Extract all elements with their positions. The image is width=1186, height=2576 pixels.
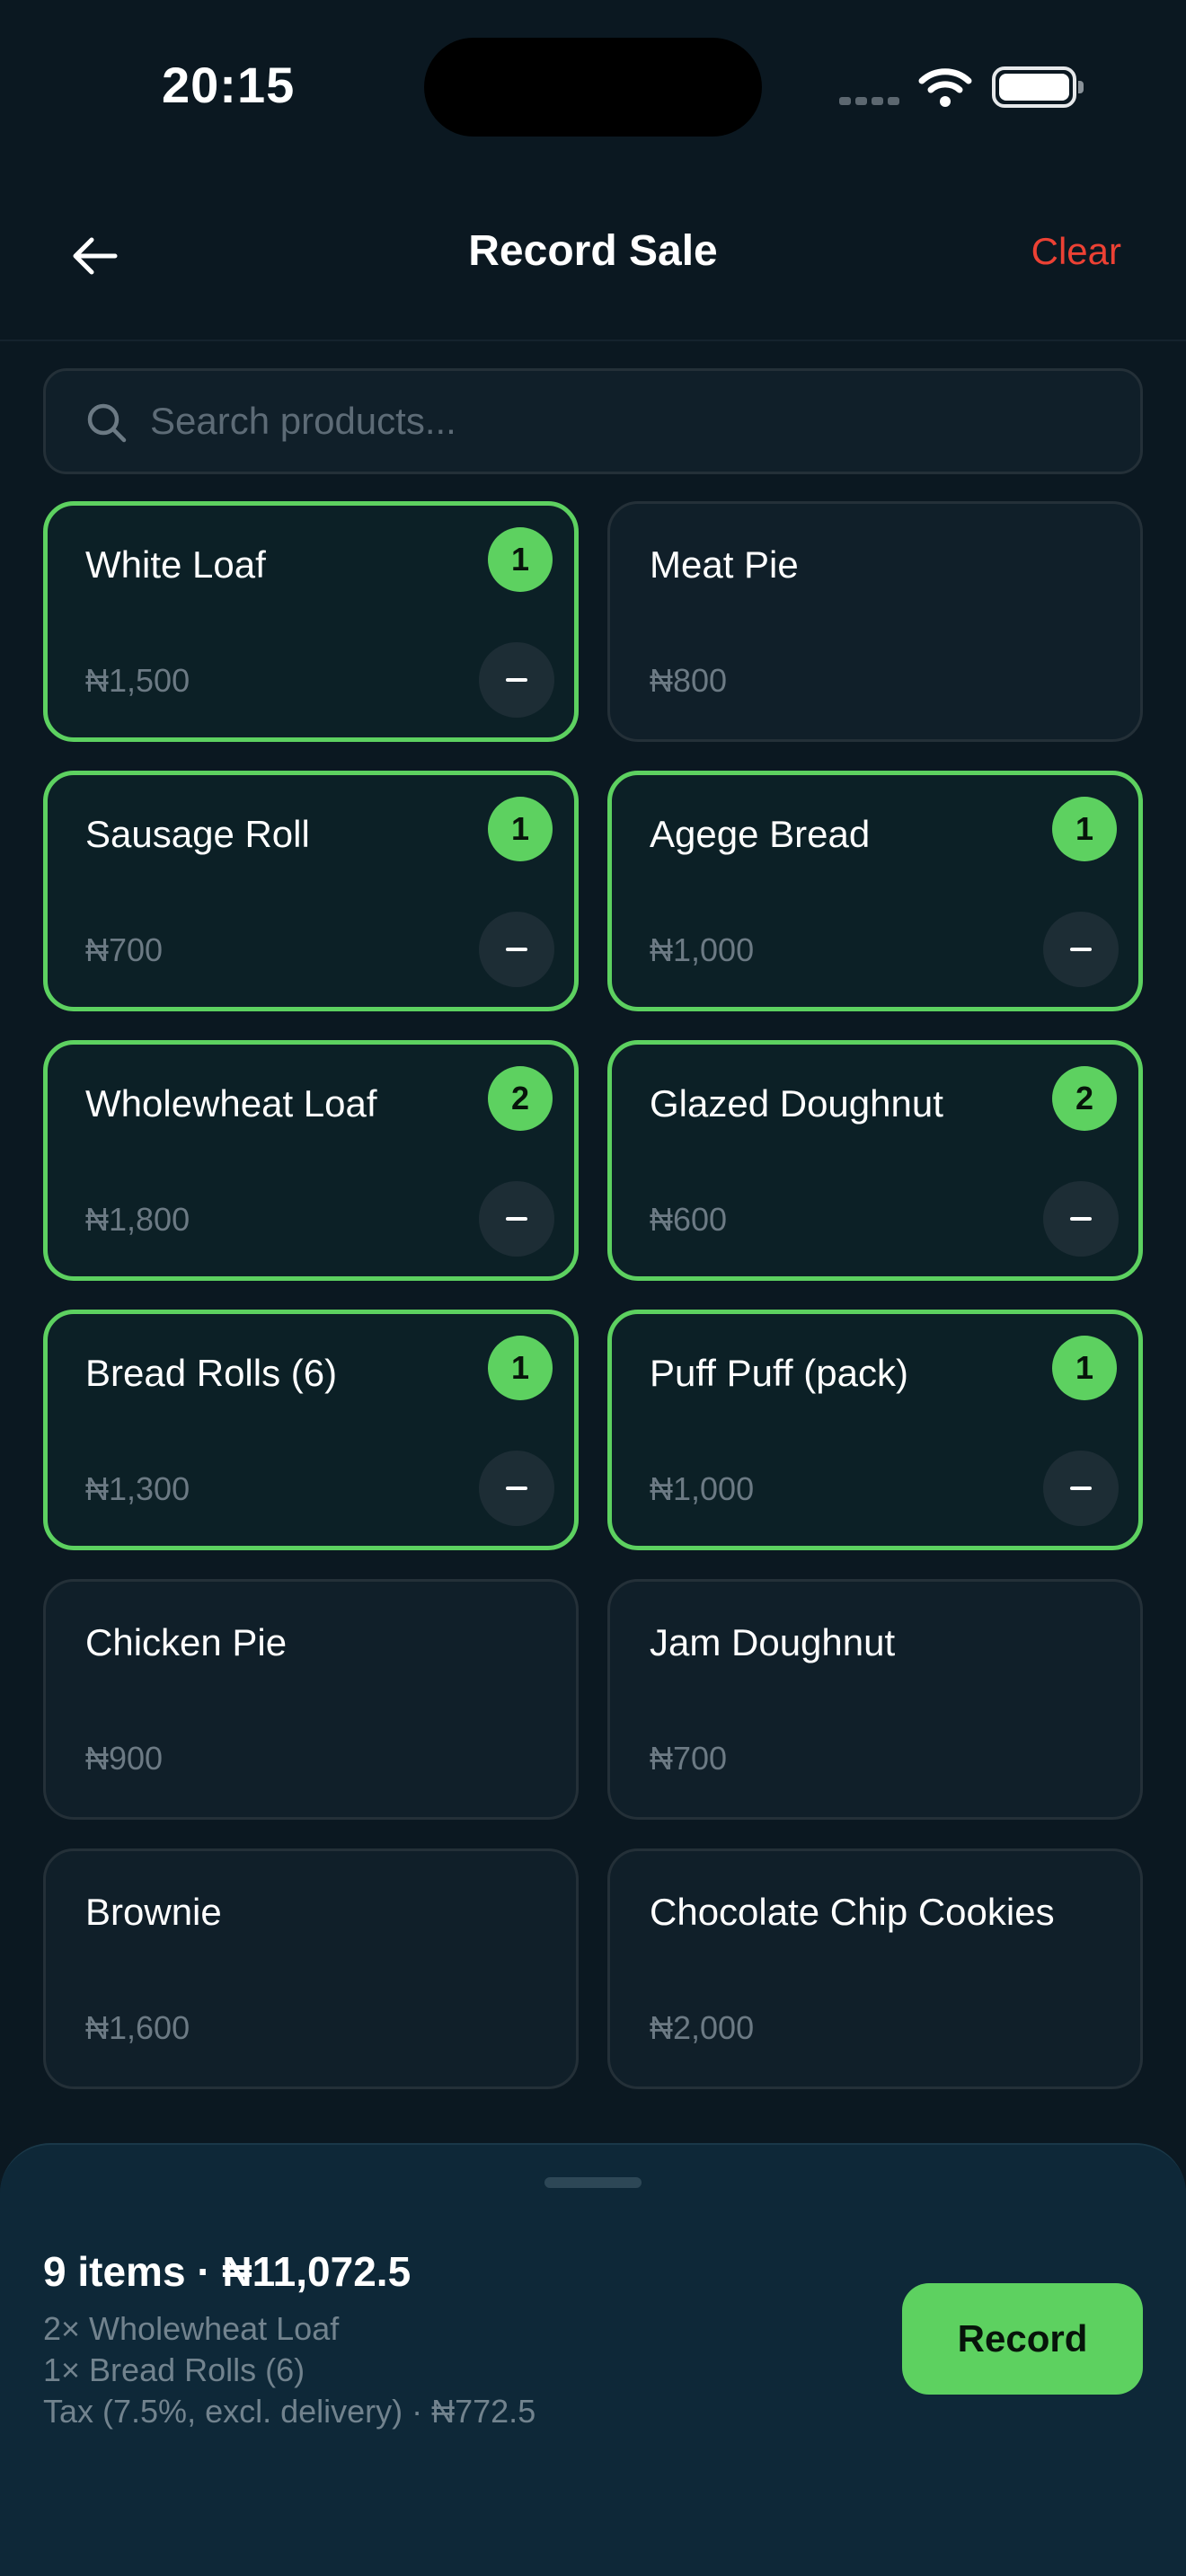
product-price: ₦800 [650,662,728,699]
product-price: ₦1,300 [85,1470,190,1507]
clear-button[interactable]: Clear [1031,230,1121,273]
decrement-button[interactable] [479,1451,554,1526]
minus-icon [1070,1217,1092,1221]
minus-icon [506,1217,527,1221]
search-icon [87,403,127,443]
product-card[interactable]: Glazed Doughnut ₦600 2 [607,1040,1143,1281]
product-card[interactable]: Meat Pie ₦800 [607,501,1143,742]
product-card[interactable]: Puff Puff (pack) ₦1,000 1 [607,1310,1143,1550]
search-input[interactable] [150,371,1120,472]
page-title: Record Sale [468,227,718,275]
product-card[interactable]: Sausage Roll ₦700 1 [43,771,579,1011]
product-name: Puff Puff (pack) [650,1352,908,1394]
product-price: ₦700 [85,931,164,968]
minus-icon [506,678,527,682]
decrement-button[interactable] [479,912,554,987]
decrement-button[interactable] [1043,1451,1119,1526]
product-card[interactable]: White Loaf ₦1,500 1 [43,501,579,742]
search-bar[interactable] [43,368,1143,474]
product-price: ₦1,000 [650,1470,755,1507]
quantity-badge: 1 [488,797,553,861]
sheet-handle[interactable] [544,2177,642,2188]
decrement-button[interactable] [479,642,554,718]
product-name: Agege Bread [650,813,871,855]
decrement-button[interactable] [479,1181,554,1257]
product-name: Meat Pie [650,543,799,586]
product-price: ₦700 [650,1740,728,1777]
quantity-badge: 2 [488,1066,553,1131]
wifi-icon [918,66,972,112]
status-time: 20:15 [162,57,296,113]
product-price: ₦600 [650,1201,728,1238]
product-grid: White Loaf ₦1,500 1 Meat Pie ₦800 Sausage Rol… [43,501,1143,2089]
product-name: White Loaf [85,543,266,586]
product-name: Brownie [85,1891,222,1933]
product-card[interactable]: Chicken Pie ₦900 [43,1579,579,1820]
product-price: ₦900 [85,1740,164,1777]
product-price: ₦1,800 [85,1201,190,1238]
product-price: ₦1,600 [85,2009,190,2046]
product-name: Chocolate Chip Cookies [650,1891,1055,1933]
order-summary-sheet: 9 items · ₦11,072.5 2× Wholewheat Loaf 1… [0,2143,1186,2576]
signal-icon [839,93,904,110]
quantity-badge: 1 [488,1336,553,1400]
order-summary: 9 items · ₦11,072.5 [43,2248,412,2295]
quantity-badge: 1 [1052,797,1117,861]
product-price: ₦1,500 [85,662,190,699]
decrement-button[interactable] [1043,1181,1119,1257]
quantity-badge: 2 [1052,1066,1117,1131]
status-bar: 20:15 [0,0,1186,171]
product-name: Bread Rolls (6) [85,1352,338,1394]
product-name: Wholewheat Loaf [85,1082,377,1125]
product-price: ₦2,000 [650,2009,755,2046]
product-name: Jam Doughnut [650,1621,896,1663]
product-card[interactable]: Bread Rolls (6) ₦1,300 1 [43,1310,579,1550]
product-name: Glazed Doughnut [650,1082,943,1125]
product-card[interactable]: Wholewheat Loaf ₦1,800 2 [43,1040,579,1281]
order-line-item: 2× Wholewheat Loaf [43,2310,340,2347]
product-card[interactable]: Brownie ₦1,600 [43,1848,579,2089]
product-name: Sausage Roll [85,813,310,855]
decrement-button[interactable] [1043,912,1119,987]
product-name: Chicken Pie [85,1621,288,1663]
tax-line: Tax (7.5%, excl. delivery) · ₦772.5 [43,2393,536,2430]
product-card[interactable]: Jam Doughnut ₦700 [607,1579,1143,1820]
order-line-item: 1× Bread Rolls (6) [43,2351,305,2388]
dynamic-island [424,38,762,137]
minus-icon [506,948,527,951]
battery-icon [992,66,1084,108]
product-card[interactable]: Chocolate Chip Cookies ₦2,000 [607,1848,1143,2089]
product-card[interactable]: Agege Bread ₦1,000 1 [607,771,1143,1011]
minus-icon [506,1486,527,1490]
quantity-badge: 1 [488,527,553,592]
minus-icon [1070,948,1092,951]
header: Record Sale Clear [0,171,1186,341]
product-price: ₦1,000 [650,931,755,968]
quantity-badge: 1 [1052,1336,1117,1400]
record-button[interactable]: Record [902,2283,1143,2395]
minus-icon [1070,1486,1092,1490]
